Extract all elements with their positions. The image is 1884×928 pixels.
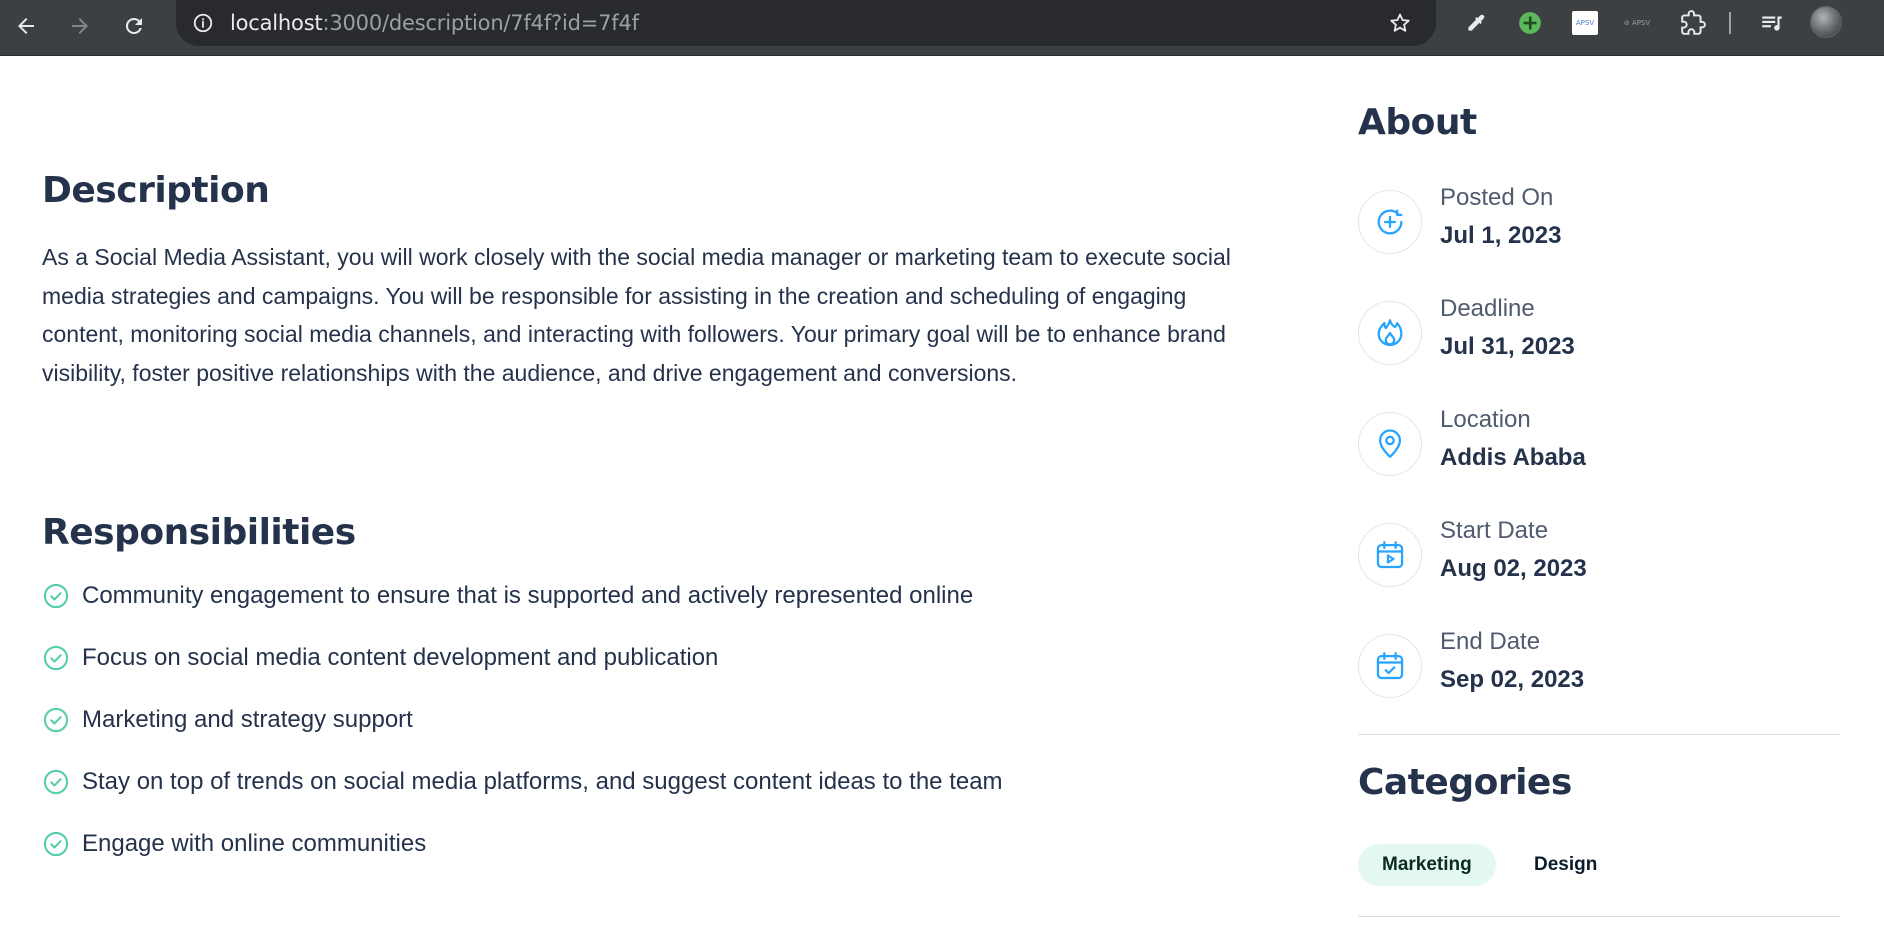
posted-on-icon-wrap <box>1358 190 1422 254</box>
plus-circle-icon <box>1377 209 1403 235</box>
location-icon-wrap <box>1358 412 1422 476</box>
check-circle-icon <box>43 583 69 609</box>
responsibility-text: Community engagement to ensure that is s… <box>82 582 974 609</box>
about-label: Deadline <box>1440 295 1535 322</box>
about-label: Start Date <box>1440 517 1549 544</box>
start-date-icon-wrap <box>1358 523 1422 587</box>
reading-list-icon[interactable] <box>1757 8 1787 38</box>
about-value: Addis Ababa <box>1440 444 1586 471</box>
apsv-extension-icon[interactable]: APSV <box>1570 8 1600 38</box>
list-item: Marketing and strategy support <box>42 702 1003 764</box>
arrow-left-icon <box>18 18 34 34</box>
responsibilities-list: Community engagement to ensure that is s… <box>42 578 1003 888</box>
sidebar-divider <box>1358 734 1840 735</box>
check-circle-icon <box>43 707 69 733</box>
calendar-play-icon <box>1376 541 1404 569</box>
url-host: localhost <box>230 11 323 35</box>
check-circle-icon <box>43 831 69 857</box>
reload-icon <box>125 17 142 34</box>
category-tag-design[interactable]: Design <box>1510 844 1621 886</box>
about-posted-on: Posted On Jul 1, 2023 <box>1358 184 1798 264</box>
site-info-icon[interactable] <box>190 10 216 36</box>
apsv-disabled-label: ⊘ APSV <box>1623 19 1651 27</box>
deadline-icon-wrap <box>1358 301 1422 365</box>
about-label: Location <box>1440 406 1531 433</box>
about-end-date: End Date Sep 02, 2023 <box>1358 628 1798 708</box>
location-pin-icon <box>1378 429 1402 458</box>
about-location: Location Addis Ababa <box>1358 406 1798 486</box>
address-bar[interactable]: localhost:3000/description/7f4f?id=7f4f <box>176 0 1436 46</box>
back-button[interactable] <box>6 6 46 46</box>
categories-heading: Categories <box>1358 762 1572 803</box>
apsv-disabled-extension-icon[interactable]: ⊘ APSV <box>1622 8 1652 38</box>
extensions-puzzle-icon[interactable] <box>1678 8 1708 38</box>
about-value: Sep 02, 2023 <box>1440 666 1585 693</box>
about-label: End Date <box>1440 628 1541 655</box>
forward-button[interactable] <box>60 6 100 46</box>
bookmark-star-icon[interactable] <box>1386 9 1414 37</box>
list-item: Engage with online communities <box>42 826 1003 888</box>
arrow-right-icon <box>72 18 88 34</box>
calendar-check-icon <box>1376 652 1404 680</box>
responsibilities-heading: Responsibilities <box>42 512 356 553</box>
profile-avatar[interactable] <box>1810 6 1842 38</box>
sidebar-divider-bottom <box>1358 916 1840 917</box>
category-tag-marketing[interactable]: Marketing <box>1358 844 1496 886</box>
responsibility-text: Engage with online communities <box>82 830 427 857</box>
description-heading: Description <box>42 170 270 211</box>
responsibility-text: Focus on social media content developmen… <box>82 644 719 671</box>
green-plus-extension-icon[interactable] <box>1515 8 1545 38</box>
about-start-date: Start Date Aug 02, 2023 <box>1358 517 1798 597</box>
list-item: Focus on social media content developmen… <box>42 640 1003 702</box>
description-body: As a Social Media Assistant, you will wo… <box>42 244 1231 386</box>
responsibility-text: Stay on top of trends on social media pl… <box>82 768 1003 795</box>
about-deadline: Deadline Jul 31, 2023 <box>1358 295 1798 375</box>
apsv-label: APSV <box>1572 11 1598 35</box>
check-circle-icon <box>43 645 69 671</box>
about-value: Jul 1, 2023 <box>1440 222 1562 249</box>
toolbar-separator <box>1729 12 1731 34</box>
url-path: :3000/description/7f4f?id=7f4f <box>322 11 639 35</box>
about-heading: About <box>1358 102 1477 143</box>
responsibility-text: Marketing and strategy support <box>82 706 413 733</box>
fire-icon <box>1377 319 1403 347</box>
about-value: Jul 31, 2023 <box>1440 333 1575 360</box>
about-label: Posted On <box>1440 184 1554 211</box>
list-item: Community engagement to ensure that is s… <box>42 578 1003 640</box>
url-text[interactable]: localhost:3000/description/7f4f?id=7f4f <box>230 10 639 36</box>
list-item: Stay on top of trends on social media pl… <box>42 764 1003 826</box>
reload-button[interactable] <box>114 6 154 46</box>
check-circle-icon <box>43 769 69 795</box>
eyedropper-extension-icon[interactable] <box>1461 8 1491 38</box>
end-date-icon-wrap <box>1358 634 1422 698</box>
about-value: Aug 02, 2023 <box>1440 555 1587 582</box>
browser-toolbar: localhost:3000/description/7f4f?id=7f4f … <box>0 0 1884 56</box>
